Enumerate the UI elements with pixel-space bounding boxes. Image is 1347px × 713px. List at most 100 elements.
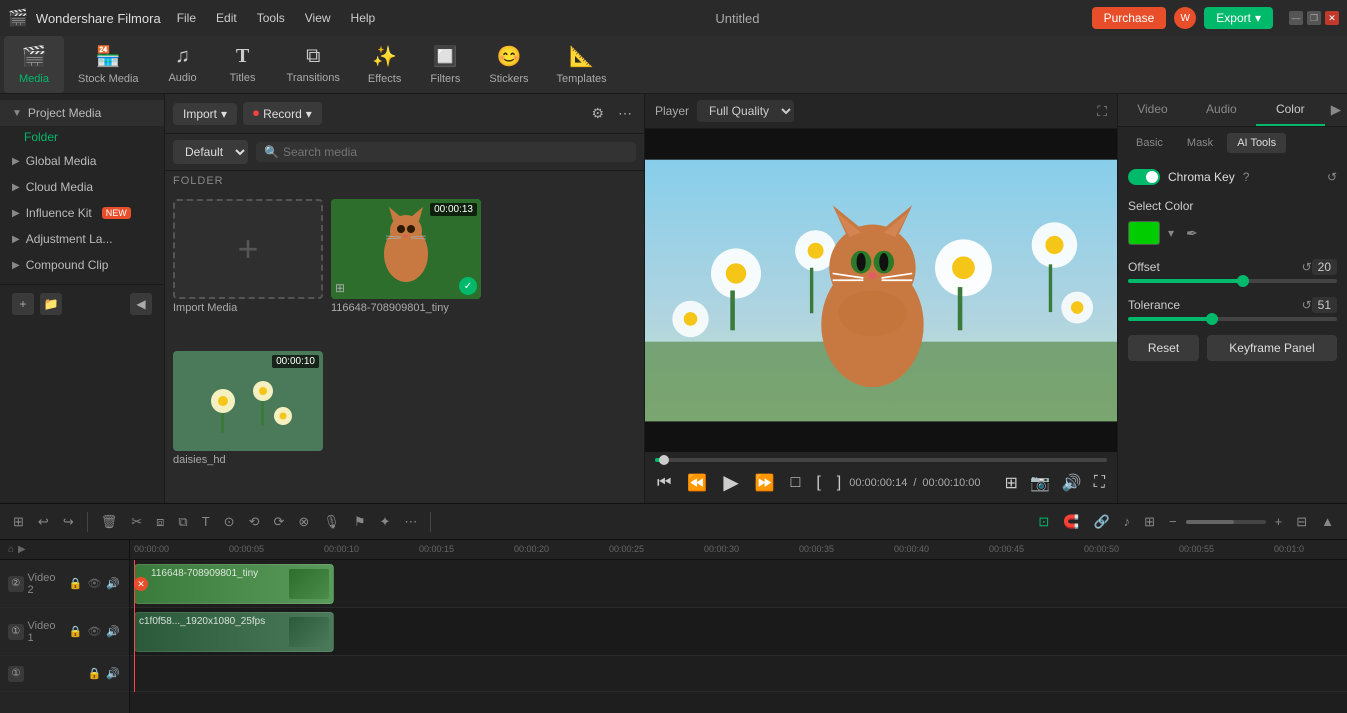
timeline-split-audio-button[interactable]: ♪ <box>1119 511 1136 532</box>
menu-help[interactable]: Help <box>343 7 384 29</box>
toolbar-stickers[interactable]: 😊 Stickers <box>475 36 542 93</box>
filter-button[interactable]: ⚙ <box>587 103 608 124</box>
color-picker-icon[interactable]: ✒ <box>1186 225 1198 242</box>
sidebar-item-cloud-media[interactable]: ▶ Cloud Media <box>0 174 164 200</box>
color-swatch[interactable] <box>1128 221 1160 245</box>
timeline-transition-button[interactable]: ⧉ <box>173 511 192 533</box>
right-panel-expand-button[interactable]: ▶ <box>1325 94 1347 126</box>
export-button[interactable]: Export ▾ <box>1204 7 1273 29</box>
loop-button[interactable]: □ <box>789 472 803 494</box>
create-folder-button[interactable]: 📁 <box>40 293 62 315</box>
menu-view[interactable]: View <box>297 7 339 29</box>
tolerance-reset-icon[interactable]: ↺ <box>1302 298 1312 312</box>
timeline-motion-button[interactable]: ✦ <box>374 511 395 533</box>
timeline-undo-button[interactable]: ↩ <box>33 511 54 533</box>
progress-handle[interactable] <box>659 455 669 465</box>
tolerance-slider[interactable] <box>1128 317 1337 321</box>
zoom-in-button[interactable]: + <box>1270 511 1288 532</box>
chroma-key-toggle[interactable] <box>1128 169 1160 185</box>
volume-button[interactable]: 🔊 <box>1060 471 1084 495</box>
avatar[interactable]: W <box>1174 7 1196 29</box>
sidebar-item-compound-clip[interactable]: ▶ Compound Clip <box>0 252 164 278</box>
import-button[interactable]: Import ▾ <box>173 103 237 125</box>
subtab-ai-tools[interactable]: AI Tools <box>1227 133 1286 153</box>
timeline-redo-button[interactable]: ↪ <box>58 511 79 533</box>
fullscreen-button[interactable]: ⛶ <box>1092 472 1107 494</box>
timeline-magnet-button[interactable]: 🧲 <box>1058 511 1084 533</box>
chroma-key-help-icon[interactable]: ? <box>1243 170 1250 184</box>
timeline-ruler[interactable]: 00:00:00 00:00:05 00:00:10 00:00:15 00:0… <box>130 540 1347 560</box>
tab-color[interactable]: Color <box>1256 94 1325 126</box>
add-folder-button[interactable]: + <box>12 293 34 315</box>
reset-button[interactable]: Reset <box>1128 335 1199 361</box>
mark-out-button[interactable]: ] <box>835 472 843 494</box>
camera-button[interactable]: 📷 <box>1028 471 1052 495</box>
video1-hide-button[interactable]: 👁 <box>86 624 102 639</box>
purchase-button[interactable]: Purchase <box>1092 7 1167 29</box>
snapshot-button[interactable]: ⊞ <box>1003 471 1020 495</box>
import-media-button[interactable]: + <box>173 199 323 299</box>
zoom-out-button[interactable]: − <box>1164 511 1182 532</box>
keyframe-panel-button[interactable]: Keyframe Panel <box>1207 335 1337 361</box>
subtab-basic[interactable]: Basic <box>1126 133 1173 153</box>
timeline-reverse-button[interactable]: ⟳ <box>268 511 289 533</box>
offset-thumb[interactable] <box>1237 275 1249 287</box>
sidebar-item-influence-kit[interactable]: ▶ Influence Kit NEW <box>0 200 164 226</box>
preview-expand-button[interactable]: ⛶ <box>1097 103 1107 120</box>
color-expand-icon[interactable]: ▾ <box>1168 226 1174 240</box>
record-button[interactable]: ⏺ Record ▾ <box>243 102 322 125</box>
timeline-delete-button[interactable]: 🗑 <box>96 511 123 533</box>
timeline-layout-button[interactable]: ⊟ <box>1291 511 1312 533</box>
toolbar-transitions[interactable]: ⧉ Transitions <box>273 36 354 93</box>
tab-audio[interactable]: Audio <box>1187 94 1256 126</box>
audio1-mute-button[interactable]: 🔊 <box>105 666 121 681</box>
timeline-expand-button[interactable]: ▲ <box>1316 511 1339 532</box>
chroma-key-reset-icon[interactable]: ↺ <box>1327 170 1337 184</box>
video1-lock-button[interactable]: 🔒 <box>68 624 84 639</box>
timeline-audio-button[interactable]: 🎙 <box>318 511 345 533</box>
tab-video[interactable]: Video <box>1118 94 1187 126</box>
media-clip-2[interactable]: 00:00:10 <box>173 351 323 451</box>
maximize-button[interactable]: ❐ <box>1307 11 1321 25</box>
toolbar-audio[interactable]: ♫ Audio <box>153 36 213 93</box>
timeline-crop-button[interactable]: ⧈ <box>151 511 169 533</box>
frame-back-button[interactable]: ⏪ <box>685 471 709 495</box>
timeline-speed-button[interactable]: ⟲ <box>244 511 265 533</box>
collapse-panel-button[interactable]: ◀ <box>130 293 152 315</box>
minimize-button[interactable]: — <box>1289 11 1303 25</box>
subtab-mask[interactable]: Mask <box>1177 133 1223 153</box>
timeline-freeze-button[interactable]: ⊙ <box>219 511 240 533</box>
timeline-overlay-button[interactable]: ⊞ <box>1139 511 1160 533</box>
video2-mute-button[interactable]: 🔊 <box>105 576 121 591</box>
step-back-button[interactable]: ⏮ <box>655 472 673 494</box>
sidebar-item-project-media[interactable]: ▼ Project Media <box>0 100 164 126</box>
video1-clip[interactable]: c1f0f58..._1920x1080_25fps <box>134 612 334 652</box>
toolbar-media[interactable]: 🎬 Media <box>4 36 64 93</box>
video2-hide-button[interactable]: 👁 <box>86 576 102 591</box>
close-button[interactable]: ✕ <box>1325 11 1339 25</box>
timeline-link-button[interactable]: 🔗 <box>1088 511 1114 533</box>
play-button[interactable]: ▶ <box>721 468 740 497</box>
sidebar-item-adjustment[interactable]: ▶ Adjustment La... <box>0 226 164 252</box>
timeline-add-track-button[interactable]: ⊞ <box>8 511 29 533</box>
menu-tools[interactable]: Tools <box>249 7 293 29</box>
tolerance-thumb[interactable] <box>1206 313 1218 325</box>
search-input[interactable] <box>283 145 628 159</box>
video1-mute-button[interactable]: 🔊 <box>105 624 121 639</box>
frame-forward-button[interactable]: ⏩ <box>753 471 777 495</box>
more-options-button[interactable]: ⋯ <box>614 103 636 124</box>
timeline-text-button[interactable]: T <box>197 511 215 532</box>
timeline-more-button[interactable]: ⋯ <box>399 511 422 533</box>
mark-in-button[interactable]: [ <box>814 472 822 494</box>
offset-slider[interactable] <box>1128 279 1337 283</box>
offset-reset-icon[interactable]: ↺ <box>1302 260 1312 274</box>
toolbar-titles[interactable]: T Titles <box>213 36 273 93</box>
menu-file[interactable]: File <box>169 7 204 29</box>
menu-edit[interactable]: Edit <box>208 7 245 29</box>
timeline-marker-button[interactable]: ⚑ <box>349 511 371 533</box>
timeline-stabilize-button[interactable]: ⊗ <box>293 511 314 533</box>
video2-lock-button[interactable]: 🔒 <box>68 576 84 591</box>
media-clip-1[interactable]: 00:00:13 ⊞ ✓ <box>331 199 481 299</box>
sort-select[interactable]: Default <box>173 140 248 164</box>
timeline-snap-button[interactable]: ⊡ <box>1033 511 1054 533</box>
